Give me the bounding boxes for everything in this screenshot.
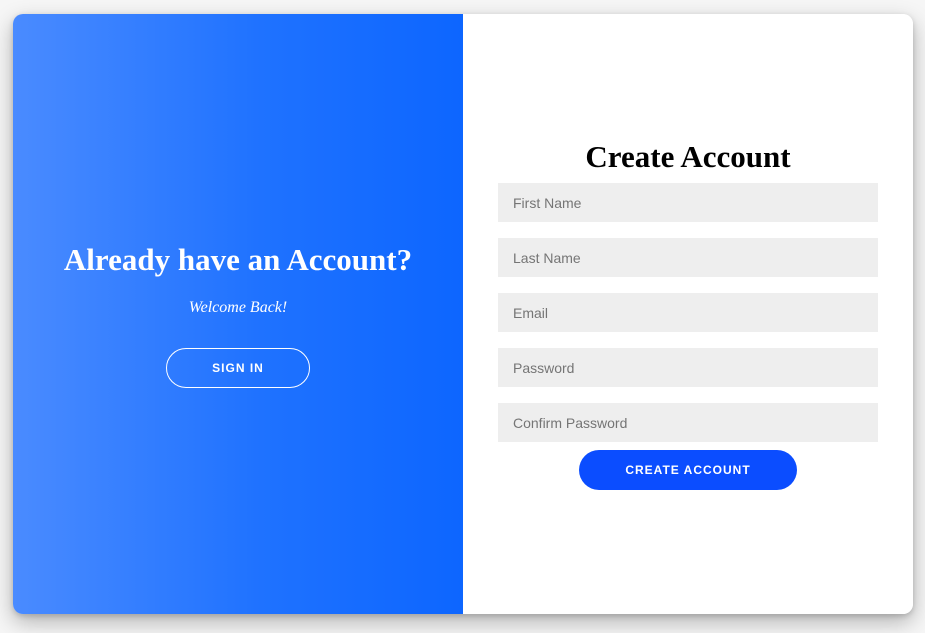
sign-in-overlay-panel: Already have an Account? Welcome Back! S… [13, 14, 463, 614]
form-title: Create Account [585, 139, 791, 174]
create-account-form: Create Account CREATE ACCOUNT [463, 14, 913, 614]
auth-card: Already have an Account? Welcome Back! S… [13, 14, 913, 614]
email-input[interactable] [498, 293, 878, 332]
first-name-input[interactable] [498, 183, 878, 222]
overlay-subtitle: Welcome Back! [188, 299, 288, 316]
last-name-input[interactable] [498, 238, 878, 277]
create-account-button[interactable]: CREATE ACCOUNT [579, 450, 797, 490]
overlay-title: Already have an Account? [63, 242, 413, 277]
password-input[interactable] [498, 348, 878, 387]
sign-in-button[interactable]: SIGN IN [166, 348, 310, 388]
confirm-password-input[interactable] [498, 403, 878, 442]
